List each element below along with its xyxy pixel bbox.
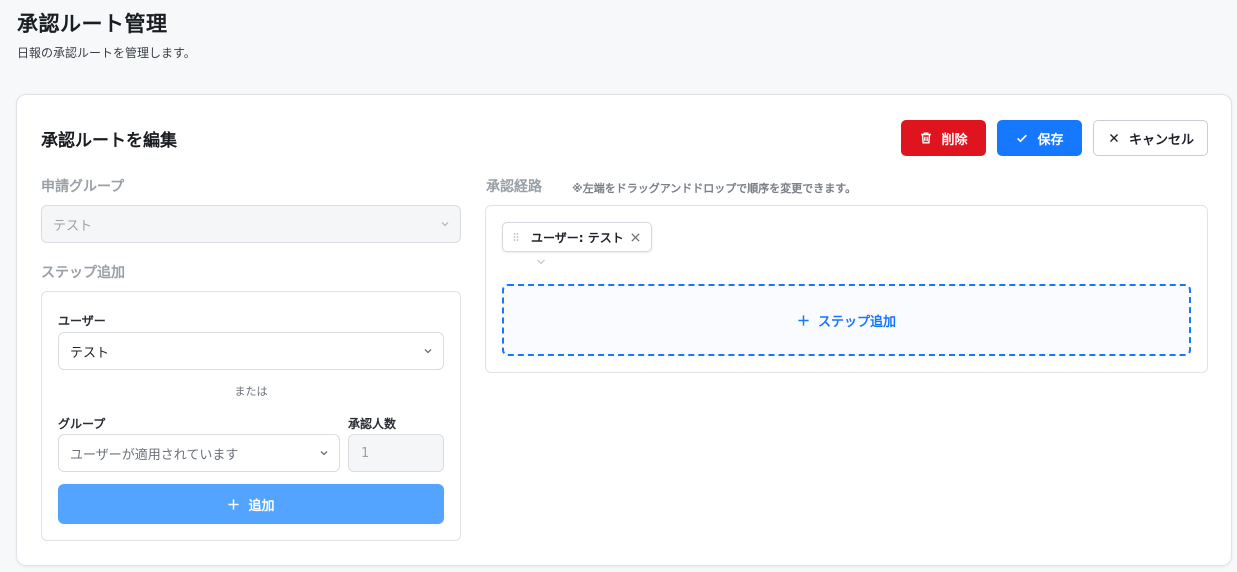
chevron-down-icon <box>320 451 328 456</box>
chevron-down-icon <box>441 222 449 227</box>
route-panel: ユーザー: テスト ステップ追加 <box>485 205 1208 373</box>
group-field-label: グループ <box>58 417 106 431</box>
card-title: 承認ルートを編集 <box>41 131 177 151</box>
route-note: ※左端をドラッグアンドドロップで順序を変更できます。 <box>572 182 857 195</box>
route-step-chip[interactable]: ユーザー: テスト <box>502 222 652 252</box>
page-title: 承認ルート管理 <box>17 12 168 36</box>
group-section-label: 申請グループ <box>41 179 125 195</box>
add-step-button[interactable]: 追加 <box>58 484 444 524</box>
cancel-button-label: キャンセル <box>1128 132 1194 148</box>
group-field-select[interactable]: ユーザーが適用されています <box>58 434 340 472</box>
group-select-value: テスト <box>53 218 93 234</box>
group-field-placeholder: ユーザーが適用されています <box>70 447 239 463</box>
approver-count-value: 1 <box>361 445 370 461</box>
approver-count-label: 承認人数 <box>348 417 397 431</box>
chevron-down-icon <box>424 349 432 354</box>
drag-handle-icon[interactable] <box>513 232 519 242</box>
user-select-value: テスト <box>70 345 110 361</box>
step-add-panel: ユーザー テスト または グループ 承認人数 ユーザーが適用されています 1 追… <box>41 291 461 541</box>
group-select[interactable]: テスト <box>41 205 461 243</box>
add-route-step-zone[interactable]: ステップ追加 <box>502 284 1191 356</box>
route-step-label: ユーザー: テスト <box>531 230 624 245</box>
save-button[interactable]: 保存 <box>997 120 1082 156</box>
plus-icon <box>228 498 240 510</box>
close-icon <box>1109 134 1118 142</box>
delete-button[interactable]: 削除 <box>901 120 986 156</box>
cancel-button[interactable]: キャンセル <box>1093 120 1208 156</box>
check-icon <box>1017 134 1028 143</box>
step-add-label: ステップ追加 <box>41 265 125 281</box>
chevron-down-icon <box>537 259 545 265</box>
user-field-label: ユーザー <box>58 314 106 328</box>
route-edit-card: 承認ルートを編集 削除 保存 キャンセル 申請グループ テスト ステップ追加 ユ… <box>16 94 1232 566</box>
page-subtitle: 日報の承認ルートを管理します。 <box>17 46 196 60</box>
plus-icon <box>798 314 809 326</box>
trash-icon <box>921 132 932 144</box>
close-icon[interactable] <box>630 232 641 243</box>
add-step-button-label: 追加 <box>248 498 275 514</box>
delete-button-label: 削除 <box>941 132 968 148</box>
add-route-step-label: ステップ追加 <box>817 314 896 330</box>
user-select[interactable]: テスト <box>58 332 444 370</box>
approver-count-input[interactable]: 1 <box>348 434 444 472</box>
or-separator: または <box>234 385 268 398</box>
route-section-label: 承認経路 <box>486 179 542 195</box>
save-button-label: 保存 <box>1037 132 1064 148</box>
